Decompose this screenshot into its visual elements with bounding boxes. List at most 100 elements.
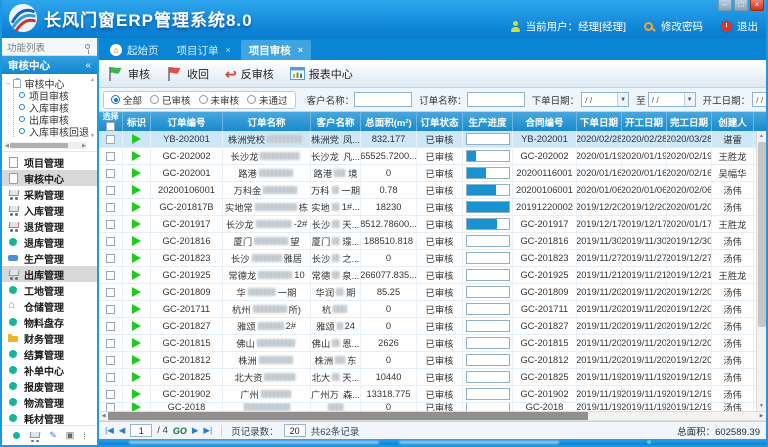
row-checkbox[interactable] bbox=[106, 152, 115, 161]
toolbar-button-1[interactable]: 审核 bbox=[107, 66, 150, 82]
sidebar-item-2[interactable]: 审核中心 bbox=[2, 170, 97, 186]
filter-radio-1[interactable]: 全部 bbox=[111, 93, 142, 107]
sidebar-item-13[interactable]: 结算管理 bbox=[2, 346, 97, 362]
sidebar-item-7[interactable]: 生产管理 bbox=[2, 250, 97, 266]
order-date-to-input[interactable]: / / ▼ bbox=[648, 92, 696, 107]
row-checkbox[interactable] bbox=[106, 186, 115, 195]
tree-scroll-down-icon[interactable]: ▼ bbox=[90, 133, 95, 139]
tree-scroll-up-icon[interactable]: ▲ bbox=[90, 77, 95, 83]
calendar-dropdown-icon[interactable]: ▼ bbox=[684, 93, 695, 106]
column-header-order_date[interactable]: 下单日期 bbox=[577, 112, 622, 131]
table-row[interactable]: GC-201815佛山佛山恩...2626已审核GC-2018152019/11… bbox=[99, 335, 756, 352]
table-row[interactable]: GC-201823长沙雅居长沙之...0已审核GC-2018232019/11/… bbox=[99, 250, 756, 267]
more-icon[interactable]: ⁞ bbox=[83, 431, 86, 441]
row-checkbox[interactable] bbox=[106, 305, 115, 314]
table-row[interactable]: GC-20180已审核GC-20182019/11/192019/11/1920… bbox=[99, 403, 756, 411]
collapse-icon[interactable]: « bbox=[85, 60, 91, 71]
toolbar-button-4[interactable]: 报表中心 bbox=[290, 66, 353, 82]
sidebar-item-1[interactable]: 项目管理 bbox=[2, 154, 97, 170]
table-row[interactable]: GC-201816厦门望厦门璟...188510.818已审核GC-201816… bbox=[99, 233, 756, 250]
horizontal-scrollbar[interactable]: ◀ ▶ bbox=[99, 411, 766, 421]
select-all-checkbox[interactable] bbox=[106, 122, 115, 131]
tree-horizontal-scrollbar[interactable]: ◀ ▶ bbox=[4, 142, 87, 149]
filter-radio-4[interactable]: 未通过 bbox=[247, 93, 288, 107]
logout-link[interactable]: 退出 bbox=[737, 19, 758, 34]
pen-icon[interactable]: ✎ bbox=[49, 430, 57, 441]
row-checkbox[interactable] bbox=[106, 220, 115, 229]
cart-icon[interactable] bbox=[29, 431, 40, 442]
tree-item-4[interactable]: 入库审核回退 bbox=[19, 125, 89, 137]
vertical-scrollbar[interactable]: ▲ ▼ bbox=[756, 131, 766, 411]
board-icon[interactable]: ▣ bbox=[66, 430, 75, 441]
close-button[interactable]: × bbox=[750, 0, 764, 11]
prev-page-button[interactable]: ◀ bbox=[119, 425, 126, 436]
scrollbar-thumb[interactable] bbox=[758, 142, 766, 327]
minimize-button[interactable]: – bbox=[718, 0, 732, 11]
calendar-dropdown-icon[interactable]: ▼ bbox=[617, 93, 628, 106]
first-page-button[interactable]: |◀ bbox=[105, 425, 114, 436]
column-header-status[interactable]: 订单状态 bbox=[417, 112, 463, 131]
scroll-right-icon[interactable]: ▶ bbox=[81, 143, 87, 149]
start-date-input[interactable]: / / ▼ bbox=[752, 92, 766, 107]
row-checkbox[interactable] bbox=[106, 339, 115, 348]
order-date-from-input[interactable]: / / ▼ bbox=[581, 92, 629, 107]
scrollbar-thumb[interactable] bbox=[108, 412, 588, 420]
table-row[interactable]: GC-201827雅颂2#雅颂240已审核GC-2018272019/11/20… bbox=[99, 318, 756, 335]
row-checkbox[interactable] bbox=[106, 254, 115, 263]
sidebar-item-5[interactable]: 退货管理 bbox=[2, 218, 97, 234]
table-row[interactable]: GC-201917长沙龙-2#长沙天...8512.78600...已审核GC-… bbox=[99, 216, 756, 233]
scroll-right-icon[interactable]: ▶ bbox=[757, 413, 766, 419]
table-row[interactable]: GC-201817B实地常栋实地1#...18230已审核20191220002… bbox=[99, 199, 756, 216]
column-header-area[interactable]: 总面积(m²) bbox=[361, 112, 417, 131]
tree-expander-icon[interactable]: – bbox=[6, 79, 10, 88]
table-row[interactable]: GC-201925常德龙10常德泉...266077.835...已审核GC-2… bbox=[99, 267, 756, 284]
sidebar-item-16[interactable]: 物流管理 bbox=[2, 394, 97, 410]
sidebar-item-4[interactable]: 入库管理 bbox=[2, 202, 97, 218]
sidebar-item-10[interactable]: 仓储管理 bbox=[2, 298, 97, 314]
tab-1[interactable]: ⌂起始页 bbox=[102, 40, 167, 60]
table-row[interactable]: GC-201825北大资北大天...10440已审核GC-2018252019/… bbox=[99, 369, 756, 386]
change-password-link[interactable]: 修改密码 bbox=[661, 19, 703, 34]
column-header-order_name[interactable]: 订单名称 bbox=[223, 112, 311, 131]
column-header-progress[interactable]: 生产进度 bbox=[463, 112, 513, 131]
row-checkbox[interactable] bbox=[106, 403, 115, 411]
page-size-input[interactable]: 20 bbox=[284, 424, 306, 437]
column-header-customer[interactable]: 客户名称 bbox=[311, 112, 361, 131]
tab-close-icon[interactable]: × bbox=[298, 45, 303, 55]
maximize-button[interactable]: □ bbox=[734, 0, 748, 11]
table-row[interactable]: GC-201902广州广州万森...13318.775已审核GC-2019022… bbox=[99, 386, 756, 403]
order-name-input[interactable] bbox=[467, 92, 525, 107]
sidebar-item-15[interactable]: 报废管理 bbox=[2, 378, 97, 394]
column-header-contract[interactable]: 合同编号 bbox=[513, 112, 577, 131]
sidebar-item-6[interactable]: 退库管理 bbox=[2, 234, 97, 250]
sidebar-item-12[interactable]: 财务管理 bbox=[2, 330, 97, 346]
scroll-left-icon[interactable]: ◀ bbox=[99, 413, 108, 419]
tab-3[interactable]: 项目审核× bbox=[241, 40, 311, 60]
row-checkbox[interactable] bbox=[106, 390, 115, 399]
last-page-button[interactable]: ▶| bbox=[203, 425, 212, 436]
customer-name-input[interactable] bbox=[354, 92, 412, 107]
table-row[interactable]: GC-202001路港路港境0已审核202001160012020/01/162… bbox=[99, 165, 756, 182]
sidebar-item-17[interactable]: 耗材管理 bbox=[2, 410, 97, 425]
toolbar-button-3[interactable]: ↩反审核 bbox=[225, 66, 274, 82]
table-row[interactable]: GC-201809华一期华润期85.25已审核GC-2018092019/11/… bbox=[99, 284, 756, 301]
table-row[interactable]: 20200106001万科金万科一期0.78已审核202001060012020… bbox=[99, 182, 756, 199]
sidebar-item-9[interactable]: 工地管理 bbox=[2, 282, 97, 298]
row-checkbox[interactable] bbox=[106, 322, 115, 331]
scrollbar-thumb[interactable] bbox=[10, 143, 68, 148]
sidebar-item-14[interactable]: 补单中心 bbox=[2, 362, 97, 378]
table-row[interactable]: GC-201711杭州所)杭0已审核GC-2017112019/11/20201… bbox=[99, 301, 756, 318]
sidebar-item-8[interactable]: 出库管理 bbox=[2, 266, 97, 282]
filter-radio-3[interactable]: 未审核 bbox=[199, 93, 240, 107]
table-row[interactable]: GC-201812株洲株洲东0已审核GC-2018122019/11/20201… bbox=[99, 352, 756, 369]
row-checkbox[interactable] bbox=[106, 373, 115, 382]
table-row[interactable]: YB-202001株洲党校株洲党凤...832.177已审核YB-2020012… bbox=[99, 131, 756, 148]
sidebar-item-3[interactable]: 采购管理 bbox=[2, 186, 97, 202]
tab-close-icon[interactable]: × bbox=[226, 45, 231, 55]
go-button[interactable]: GO bbox=[173, 426, 187, 436]
column-header-creator[interactable]: 创建人 bbox=[712, 112, 754, 131]
row-checkbox[interactable] bbox=[106, 135, 115, 144]
column-header-select[interactable]: 选择 bbox=[99, 112, 123, 131]
page-number-input[interactable]: 1 bbox=[130, 424, 152, 437]
row-checkbox[interactable] bbox=[106, 356, 115, 365]
